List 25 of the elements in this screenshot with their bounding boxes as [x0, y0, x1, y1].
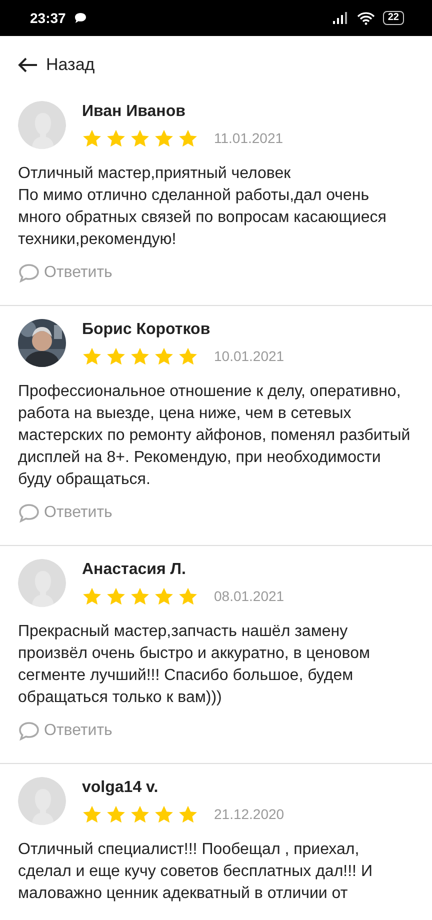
battery-indicator: 22 [382, 11, 404, 25]
reply-button[interactable]: Ответить [18, 501, 112, 526]
back-link[interactable]: Назад [18, 52, 95, 78]
author-name: Борис Коротков [82, 320, 212, 340]
signal-icon [332, 12, 349, 24]
chat-bubble-icon [74, 12, 87, 24]
review-date: 21.12.2020 [214, 805, 284, 824]
reply-button[interactable]: Ответить [18, 719, 112, 744]
review-date: 10.01.2021 [214, 347, 284, 366]
author-name: Анастасия Л. [82, 560, 187, 580]
review-text: Отличный мастер,приятный человек По мимо отлично сделанной работы,дал очень много обратных связей по вопросам касающиеся техники,рекомендую! [18, 164, 388, 250]
review-date: 08.01.2021 [214, 587, 284, 606]
review-text: Профессиональное отношение к делу, оперативно, работа на выезде, цена ниже, чем в сетевых мастерских по ремонту айфонов, поменял разбитый дисплей на 8+. Рекомендую, при необходимости буду обращаться. [18, 382, 412, 490]
author-name: Иван Иванов [82, 102, 186, 122]
speech-bubble-icon[interactable] [18, 263, 40, 284]
author-name: volga14 v. [82, 778, 160, 798]
status-time: 23:37 [30, 8, 66, 28]
review-text: Отличный специалист!!! Пообещал , приехал, сделал и еще кучу советов бесплатных дал!!! И маловажно ценник адекватный в отличии от [18, 840, 374, 904]
speech-bubble-icon[interactable] [18, 721, 40, 742]
reply-button[interactable]: Ответить [18, 261, 112, 286]
speech-bubble-icon[interactable] [18, 503, 40, 524]
review-date: 11.01.2021 [214, 129, 284, 148]
wifi-icon [356, 12, 375, 24]
back-arrow-icon[interactable] [18, 56, 38, 73]
review-text: Прекрасный мастер,запчасть нашёл замену произвёл очень быстро и аккуратно, в ценовом сегменте лучший!!! Спасибо большое, будем обращаться только к вам))) [18, 622, 372, 708]
